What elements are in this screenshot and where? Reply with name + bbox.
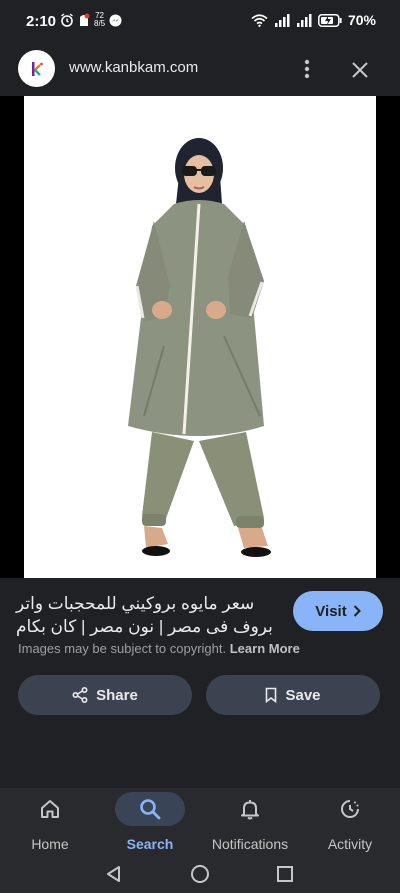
bottom-navigation: Home Search Notifications Activity xyxy=(0,788,400,854)
close-button[interactable] xyxy=(344,54,376,86)
search-icon xyxy=(140,799,161,820)
nav-item-notifications[interactable]: Notifications xyxy=(200,788,300,854)
battery-percent: 70% xyxy=(347,12,376,28)
more-vert-icon xyxy=(304,59,310,79)
visit-button[interactable]: Visit xyxy=(293,591,383,631)
home-icon xyxy=(41,800,59,818)
nav-item-search[interactable]: Search xyxy=(100,788,200,854)
kanbkam-logo-icon xyxy=(31,61,43,76)
system-navigation-bar xyxy=(0,854,400,893)
save-label: Save xyxy=(285,686,321,704)
notif-count-bottom: 8/5 xyxy=(94,19,106,28)
nav-label-search: Search xyxy=(126,836,174,852)
wifi-icon xyxy=(251,13,268,27)
result-title[interactable]: سعر مايوه بروكيني للمحجبات واتر بروف فى … xyxy=(16,592,278,638)
alarm-icon xyxy=(61,13,73,27)
system-recents-button[interactable] xyxy=(272,861,298,887)
system-back-button[interactable] xyxy=(101,861,127,887)
share-button[interactable]: Share xyxy=(18,675,192,715)
nav-icon-container xyxy=(215,792,285,826)
learn-more-link[interactable]: Learn More xyxy=(230,641,300,656)
messenger-icon xyxy=(109,14,122,26)
close-icon xyxy=(352,62,368,78)
burkini-figure-image xyxy=(128,138,271,557)
product-image[interactable] xyxy=(24,96,376,578)
nav-label-home: Home xyxy=(31,836,69,852)
status-system-icons: 70% xyxy=(251,12,376,28)
nav-icon-container xyxy=(315,792,385,826)
chevron-right-icon xyxy=(353,605,361,617)
nav-label-notifications: Notifications xyxy=(211,836,289,852)
back-triangle-icon xyxy=(107,866,120,882)
copyright-text: Images may be subject to copyright. xyxy=(18,641,227,656)
image-preview-area xyxy=(0,96,400,656)
more-options-button[interactable] xyxy=(292,54,322,84)
status-notification-icons: 72 8/5 xyxy=(60,12,122,28)
result-info-panel: سعر مايوه بروكيني للمحجبات واتر بروف فى … xyxy=(0,578,400,788)
system-home-button[interactable] xyxy=(187,861,213,887)
result-title-line-1: سعر مايوه بروكيني للمحجبات واتر xyxy=(16,594,255,613)
home-circle-icon xyxy=(191,865,209,883)
viewer-top-bar: www.kanbkam.com xyxy=(0,44,400,96)
battery-icon xyxy=(318,13,342,27)
visit-label: Visit xyxy=(315,602,347,620)
copyright-notice: Images may be subject to copyright. Lear… xyxy=(18,641,300,656)
status-time: 2:10 xyxy=(26,13,57,30)
site-url[interactable]: www.kanbkam.com xyxy=(69,59,198,76)
site-logo[interactable] xyxy=(18,50,55,87)
share-icon xyxy=(72,687,88,703)
recents-square-icon xyxy=(277,866,293,882)
activity-icon xyxy=(341,800,359,818)
nav-item-home[interactable]: Home xyxy=(0,788,100,854)
nav-icon-container xyxy=(15,792,85,826)
signal-2-icon xyxy=(296,13,312,27)
bell-icon xyxy=(241,800,259,820)
nav-icon-container xyxy=(115,792,185,826)
notification-count: 72 8/5 xyxy=(94,12,105,28)
share-label: Share xyxy=(96,686,138,704)
result-title-line-2: بروف فى مصر | نون مصر | كان بكام xyxy=(16,617,273,636)
bookmark-icon xyxy=(266,687,277,703)
signal-icon xyxy=(274,13,290,27)
save-button[interactable]: Save xyxy=(206,675,380,715)
nav-label-activity: Activity xyxy=(327,836,373,852)
status-bar: 2:10 72 8/5 70% xyxy=(0,0,400,44)
nav-item-activity[interactable]: Activity xyxy=(300,788,400,854)
app-notification-icon xyxy=(80,13,90,26)
